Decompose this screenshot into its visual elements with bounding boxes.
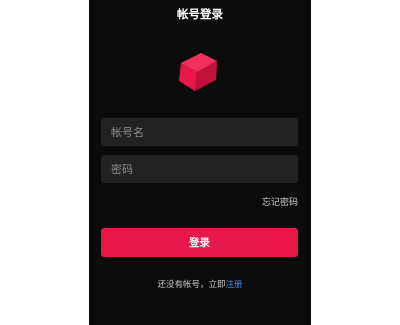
username-placeholder: 帐号名 bbox=[111, 126, 144, 139]
signup-prompt-text: 还没有帐号，立即 bbox=[157, 280, 226, 290]
page-title: 帐号登录 bbox=[177, 7, 223, 21]
username-input[interactable]: 帐号名 bbox=[101, 118, 298, 146]
register-link[interactable]: 注册 bbox=[226, 280, 243, 290]
forgot-password-link[interactable]: 忘记密码 bbox=[262, 195, 298, 208]
cube-icon bbox=[179, 53, 217, 91]
login-button[interactable]: 登录 bbox=[101, 228, 298, 257]
login-button-label: 登录 bbox=[189, 237, 210, 249]
password-placeholder: 密码 bbox=[111, 163, 133, 176]
password-input[interactable]: 密码 bbox=[101, 155, 298, 183]
signup-prompt: 还没有帐号，立即注册 bbox=[89, 278, 311, 290]
login-screen: 帐号登录 帐号名 密码 忘记密码 登录 还没有帐号，立即注册 bbox=[89, 0, 311, 325]
